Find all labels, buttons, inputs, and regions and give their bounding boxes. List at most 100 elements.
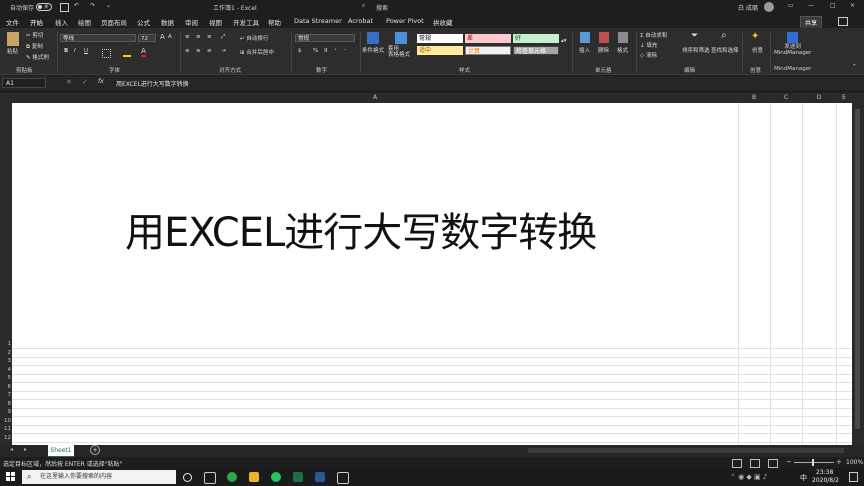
tab-help[interactable]: 帮助 bbox=[268, 17, 281, 27]
insert-function-icon[interactable]: fx bbox=[98, 78, 104, 85]
format-as-table-icon[interactable] bbox=[395, 32, 407, 44]
row-header-1[interactable]: 1 bbox=[0, 341, 12, 347]
column-header-a[interactable]: A bbox=[12, 93, 738, 103]
start-icon[interactable] bbox=[6, 472, 15, 481]
row-header-7[interactable]: 7 bbox=[0, 392, 12, 398]
currency-icon[interactable]: $ bbox=[298, 48, 302, 54]
column-header-b[interactable]: B bbox=[738, 93, 770, 103]
sort-filter-icon[interactable]: ⏷ bbox=[691, 31, 698, 41]
row-header-2[interactable]: 2 bbox=[0, 350, 12, 356]
align-center-icon[interactable]: ≡ bbox=[196, 48, 201, 54]
conditional-format-label[interactable]: 条件格式 bbox=[362, 46, 384, 54]
send-to-mindmanager-label[interactable]: 发送到 MindManager bbox=[774, 44, 811, 56]
copy-button[interactable]: ⧉ 复制 bbox=[26, 42, 43, 51]
word-icon[interactable] bbox=[315, 472, 325, 482]
tab-data-streamer[interactable]: Data Streamer bbox=[294, 17, 342, 25]
formula-input[interactable]: 用EXCEL进行大写数字转换 bbox=[116, 79, 189, 88]
cell-a1-content[interactable]: 用EXCEL进行大写数字转换 bbox=[125, 200, 597, 258]
comma-button[interactable]: 9 bbox=[324, 48, 328, 54]
redo-icon[interactable]: ↷ bbox=[90, 2, 95, 9]
row-header-4[interactable]: 4 bbox=[0, 367, 12, 373]
style-good[interactable]: 好 bbox=[513, 34, 559, 43]
middle-align-icon[interactable]: ≡ bbox=[196, 34, 201, 40]
customize-quick-access-icon[interactable]: ⌄ bbox=[106, 2, 111, 9]
style-bad[interactable]: 差 bbox=[465, 34, 511, 43]
clock-time[interactable]: 23:38 bbox=[816, 469, 833, 476]
file-explorer-icon[interactable] bbox=[249, 472, 259, 482]
close-button[interactable]: × bbox=[850, 2, 855, 9]
column-header-c[interactable]: C bbox=[770, 93, 802, 103]
format-painter-button[interactable]: ✎ 格式刷 bbox=[26, 53, 49, 61]
fill-color-icon[interactable] bbox=[123, 49, 131, 57]
next-sheet-icon[interactable]: ▸ bbox=[24, 446, 27, 453]
horizontal-scrollbar[interactable] bbox=[528, 448, 844, 453]
user-name[interactable]: 白 成璐 bbox=[738, 3, 758, 12]
tab-acrobat[interactable]: Acrobat bbox=[348, 17, 373, 25]
zoom-slider-thumb[interactable] bbox=[812, 459, 814, 466]
ime-indicator[interactable]: 中 bbox=[800, 473, 807, 483]
wrap-text-button[interactable]: ↵ 自动换行 bbox=[240, 34, 268, 42]
save-icon[interactable] bbox=[60, 3, 69, 12]
paste-label[interactable]: 粘贴 bbox=[7, 47, 18, 55]
style-normal[interactable]: 常规 bbox=[417, 34, 463, 43]
task-view-icon[interactable] bbox=[204, 472, 216, 484]
worksheet-grid[interactable] bbox=[12, 103, 852, 445]
tab-developer[interactable]: 开发工具 bbox=[233, 17, 259, 27]
comments-icon[interactable] bbox=[838, 17, 848, 26]
style-check-cell[interactable]: 检查单元格 bbox=[513, 46, 559, 55]
select-all-corner[interactable] bbox=[0, 93, 12, 103]
cut-button[interactable]: ✂ 剪切 bbox=[26, 31, 43, 39]
taskbar-search[interactable]: ⌕ 在这里输入你要搜索的内容 bbox=[22, 470, 176, 484]
page-break-view-icon[interactable] bbox=[768, 459, 778, 468]
vertical-scrollbar[interactable] bbox=[852, 103, 864, 445]
align-right-icon[interactable]: ≡ bbox=[207, 48, 212, 54]
align-left-icon[interactable]: ≡ bbox=[185, 48, 190, 54]
tab-data[interactable]: 数据 bbox=[161, 17, 174, 27]
tab-page-layout[interactable]: 页面布局 bbox=[101, 17, 127, 27]
row-header-6[interactable]: 6 bbox=[0, 384, 12, 390]
bold-button[interactable]: B bbox=[64, 48, 68, 54]
column-header-e[interactable]: E bbox=[836, 93, 852, 103]
find-select-icon[interactable]: ⌕ bbox=[721, 30, 727, 41]
number-format-select[interactable]: 常规 bbox=[295, 34, 355, 42]
tab-file[interactable]: 文件 bbox=[6, 17, 19, 27]
row-header-9[interactable]: 9 bbox=[0, 409, 12, 415]
cancel-icon[interactable]: ✕ bbox=[66, 78, 72, 86]
insert-cells-icon[interactable] bbox=[580, 32, 590, 43]
conditional-format-icon[interactable] bbox=[367, 32, 379, 44]
row-header-11[interactable]: 11 bbox=[0, 426, 11, 432]
sort-filter-label[interactable]: 排序和筛选 bbox=[682, 46, 710, 54]
style-calculation[interactable]: 计算 bbox=[465, 46, 511, 55]
browser-icon[interactable] bbox=[227, 472, 237, 482]
italic-button[interactable]: I bbox=[74, 48, 76, 54]
tray-icons[interactable]: ⌃ ◉ ◆ ▣ ♪ bbox=[730, 473, 767, 481]
font-size-select[interactable]: 72 bbox=[138, 34, 156, 42]
ideas-icon[interactable]: ✦ bbox=[751, 31, 759, 42]
increase-decimal-icon[interactable]: ⁺ bbox=[334, 48, 337, 54]
row-header-3[interactable]: 3 bbox=[0, 358, 12, 364]
styles-scroll-icon[interactable]: ▴▾ bbox=[561, 38, 567, 44]
row-header-10[interactable]: 10 bbox=[0, 418, 11, 424]
normal-view-icon[interactable] bbox=[732, 459, 742, 468]
tab-power-pivot[interactable]: Power Pivot bbox=[386, 17, 424, 25]
excel-icon[interactable] bbox=[293, 472, 303, 482]
font-color-icon[interactable]: A bbox=[141, 47, 146, 57]
prev-sheet-icon[interactable]: ◂ bbox=[10, 446, 13, 453]
top-align-icon[interactable]: ≡ bbox=[185, 34, 190, 40]
scroll-thumb[interactable] bbox=[855, 109, 860, 429]
minimize-button[interactable]: — bbox=[808, 2, 814, 9]
tab-formulas[interactable]: 公式 bbox=[137, 17, 150, 27]
format-cells-label[interactable]: 格式 bbox=[617, 46, 628, 54]
format-as-table-label[interactable]: 套用 表格格式 bbox=[388, 46, 410, 58]
enter-icon[interactable]: ✓ bbox=[82, 78, 88, 86]
find-select-label[interactable]: 查找和选择 bbox=[711, 46, 739, 54]
row-header-5[interactable]: 5 bbox=[0, 375, 12, 381]
cortana-icon[interactable] bbox=[183, 473, 192, 482]
add-sheet-button[interactable]: + bbox=[90, 445, 100, 455]
format-cells-icon[interactable] bbox=[618, 32, 628, 43]
wechat-icon[interactable] bbox=[271, 472, 281, 482]
bottom-align-icon[interactable]: ≡ bbox=[207, 34, 212, 40]
increase-font-icon[interactable]: A bbox=[160, 33, 165, 41]
ideas-label[interactable]: 创意 bbox=[752, 46, 763, 54]
tab-review[interactable]: 审阅 bbox=[185, 17, 198, 27]
